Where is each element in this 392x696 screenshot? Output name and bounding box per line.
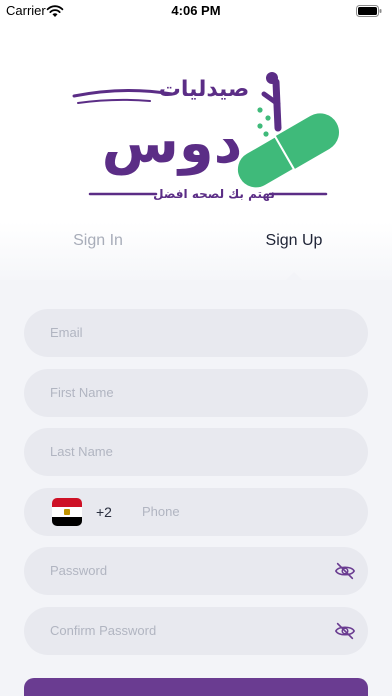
password-field[interactable]: Password (24, 547, 368, 595)
tab-sign-up[interactable]: Sign Up (196, 232, 392, 250)
brand-main-text: دوس (102, 111, 243, 176)
sign-up-button[interactable] (24, 678, 368, 696)
email-placeholder: Email (50, 325, 83, 340)
eye-off-icon[interactable] (334, 560, 356, 582)
country-code[interactable]: +2 (96, 488, 112, 536)
password-placeholder: Password (50, 563, 108, 578)
active-tab-indicator (286, 272, 302, 280)
status-bar: Carrier 4:06 PM (0, 0, 392, 22)
eye-off-icon[interactable] (334, 620, 356, 642)
phone-placeholder: Phone (142, 504, 180, 519)
confirm-password-field[interactable]: Confirm Password (24, 607, 368, 655)
confirm-password-placeholder: Confirm Password (50, 623, 157, 638)
first-name-field[interactable]: First Name (24, 369, 368, 417)
signup-form: Email First Name Last Name +2 Phone Pass… (0, 280, 392, 696)
tagline-text: نهتم بك لصحه افضل (153, 187, 275, 201)
brand-top-text: صيدليات (159, 77, 250, 102)
first-name-placeholder: First Name (50, 385, 114, 400)
auth-tabs: Sign In Sign Up (0, 222, 392, 280)
last-name-placeholder: Last Name (50, 444, 113, 459)
egypt-flag-icon[interactable] (52, 498, 82, 526)
last-name-field[interactable]: Last Name (24, 428, 368, 476)
battery-icon (356, 5, 382, 17)
clock: 4:06 PM (171, 3, 221, 18)
pharmacy-logo: صيدليات دوس نهتم بك لصحه افضل (72, 72, 340, 201)
phone-field[interactable]: +2 Phone (24, 488, 368, 536)
signup-screen: Carrier 4:06 PM صيدليات دوس نهتم بك لصحه… (0, 0, 392, 696)
tab-sign-in[interactable]: Sign In (0, 232, 196, 250)
email-field[interactable]: Email (24, 309, 368, 357)
